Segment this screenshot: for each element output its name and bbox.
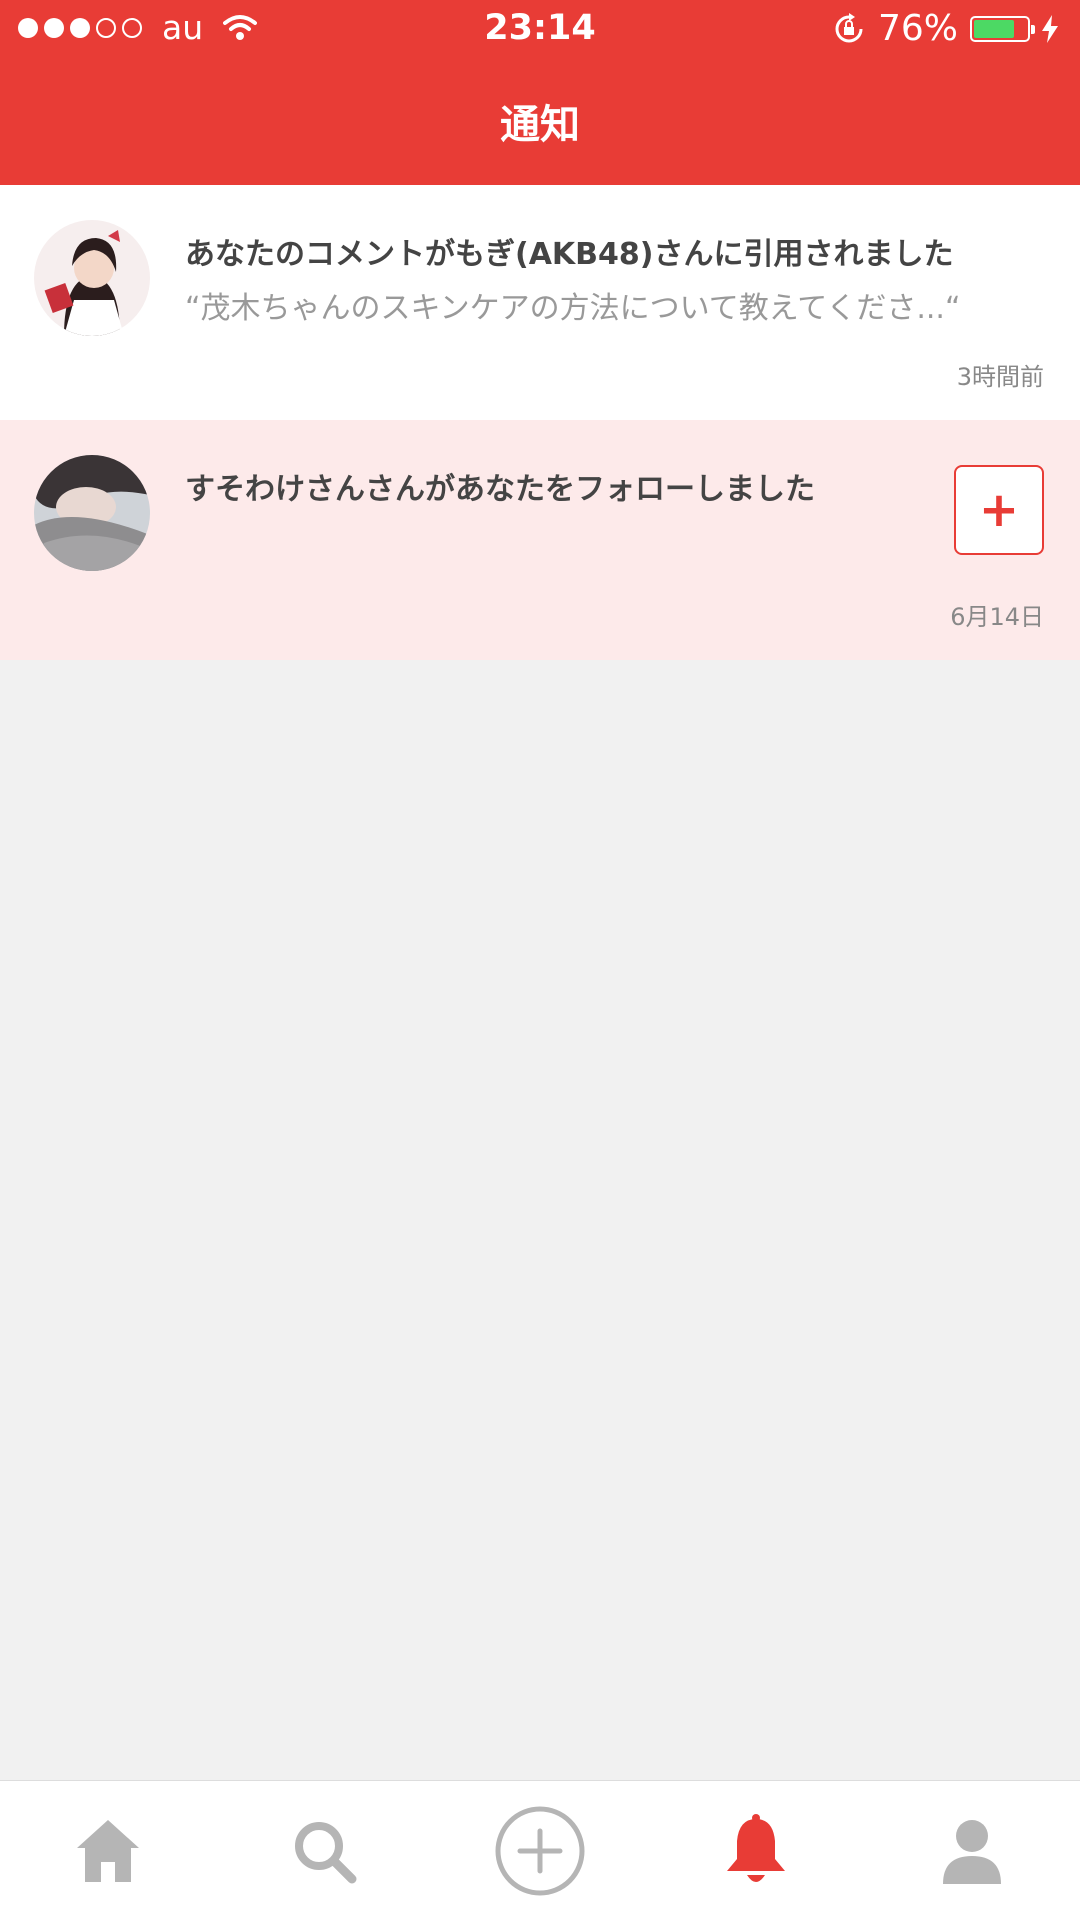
tab-home[interactable] xyxy=(48,1791,168,1911)
tab-post[interactable] xyxy=(480,1791,600,1911)
add-circle-icon xyxy=(495,1806,585,1896)
avatar[interactable] xyxy=(34,220,150,336)
tab-search[interactable] xyxy=(264,1791,384,1911)
notification-time: 3時間前 xyxy=(956,363,1044,391)
battery-icon xyxy=(970,15,1035,42)
charging-bolt-icon xyxy=(1042,14,1058,43)
tab-profile[interactable] xyxy=(912,1791,1032,1911)
status-bar: au 23:14 76% xyxy=(0,0,1080,60)
battery-percent: 76% xyxy=(877,8,958,49)
notification-item[interactable]: すそわけさんさんがあなたをフォローしました + 6月14日 xyxy=(0,420,1080,660)
app-header: au 23:14 76% 通知 xyxy=(0,0,1080,185)
tab-bar xyxy=(0,1780,1080,1921)
search-icon xyxy=(295,1822,357,1884)
avatar[interactable] xyxy=(34,455,150,571)
follow-button[interactable]: + xyxy=(954,465,1044,555)
notification-title: すそわけさんさんがあなたをフォローしました xyxy=(185,472,815,507)
notification-time: 6月14日 xyxy=(950,603,1044,631)
notification-list: あなたのコメントがもぎ(AKB48)さんに引用されました “茂木ちゃんのスキンケ… xyxy=(0,185,1080,660)
profile-icon xyxy=(943,1820,1001,1884)
notification-item[interactable]: あなたのコメントがもぎ(AKB48)さんに引用されました “茂木ちゃんのスキンケ… xyxy=(0,185,1080,420)
bell-icon xyxy=(727,1814,785,1882)
notification-quote: “茂木ちゃんのスキンケアの方法について教えてくださ...“ xyxy=(185,291,961,326)
home-icon xyxy=(77,1820,139,1882)
status-right: 76% xyxy=(832,8,1058,49)
page-title: 通知 xyxy=(500,102,580,148)
notification-title: あなたのコメントがもぎ(AKB48)さんに引用されました xyxy=(185,237,954,272)
rotation-lock-icon xyxy=(835,12,863,42)
tab-notifications[interactable] xyxy=(696,1791,816,1911)
battery-fill xyxy=(974,19,1014,38)
